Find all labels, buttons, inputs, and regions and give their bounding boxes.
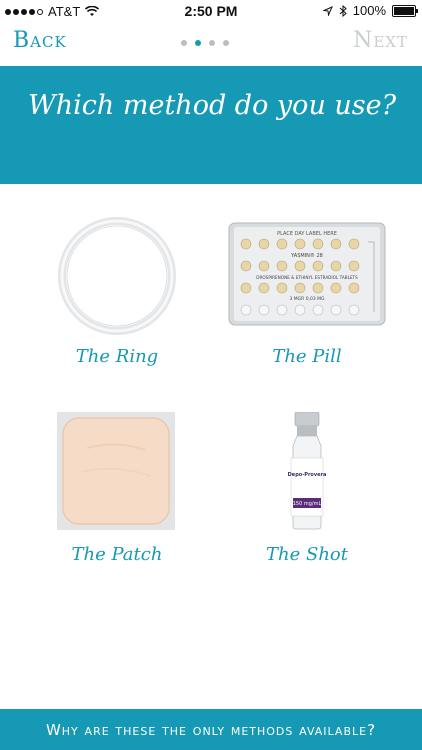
page-dot <box>209 40 215 46</box>
method-label: The Patch <box>71 544 163 565</box>
page-title: Which method do you use? <box>28 90 397 121</box>
page-dot <box>181 40 187 46</box>
battery-icon <box>392 4 418 17</box>
page-dot <box>223 40 229 46</box>
battery-percent: 100% <box>352 3 386 18</box>
footer-bar[interactable]: Why are these the only methods available… <box>0 709 422 750</box>
question-header: Which method do you use? <box>0 66 422 184</box>
ring-image <box>58 217 176 335</box>
pill-pack-top-label: PLACE DAY LABEL HERE <box>277 231 337 237</box>
method-option-patch[interactable]: The Patch <box>27 410 207 570</box>
pill-pack-ingredients: DROSPIRENONE & ETHINYL ESTRADIOL TABLETS <box>256 275 358 280</box>
pill-pack-image: PLACE DAY LABEL HERE YASMIN® 28 DROSPIRE… <box>228 222 386 326</box>
method-option-shot[interactable]: Depo-Provera 150 mg/mL The Shot <box>217 410 397 570</box>
back-button[interactable]: Back <box>13 28 67 53</box>
pill-pack-bottom-label: 3 MGR 0,03 MG <box>289 296 325 302</box>
method-label: The Pill <box>272 346 342 367</box>
nav-bar: Back Next <box>0 22 422 66</box>
patch-image <box>57 412 175 530</box>
method-option-pill[interactable]: PLACE DAY LABEL HERE YASMIN® 28 DROSPIRE… <box>217 214 397 374</box>
method-label: The Shot <box>266 544 348 565</box>
vial-brand: Depo-Provera <box>288 472 327 478</box>
vial-dose: 150 mg/mL <box>293 501 322 507</box>
vial-image: Depo-Provera 150 mg/mL <box>288 412 327 530</box>
next-button[interactable]: Next <box>353 28 408 53</box>
bluetooth-icon <box>339 4 347 17</box>
method-option-ring[interactable]: The Ring <box>27 214 207 374</box>
location-arrow-icon <box>322 5 333 16</box>
why-only-methods-link[interactable]: Why are these the only methods available… <box>46 721 376 739</box>
status-bar: AT&T 2:50 PM 100% <box>0 0 422 22</box>
page-dot-active <box>195 40 201 46</box>
method-label: The Ring <box>75 346 159 367</box>
status-right: 100% <box>322 3 418 18</box>
pill-pack-brand: YASMIN® 28 <box>290 252 323 259</box>
page-indicator <box>181 40 229 46</box>
